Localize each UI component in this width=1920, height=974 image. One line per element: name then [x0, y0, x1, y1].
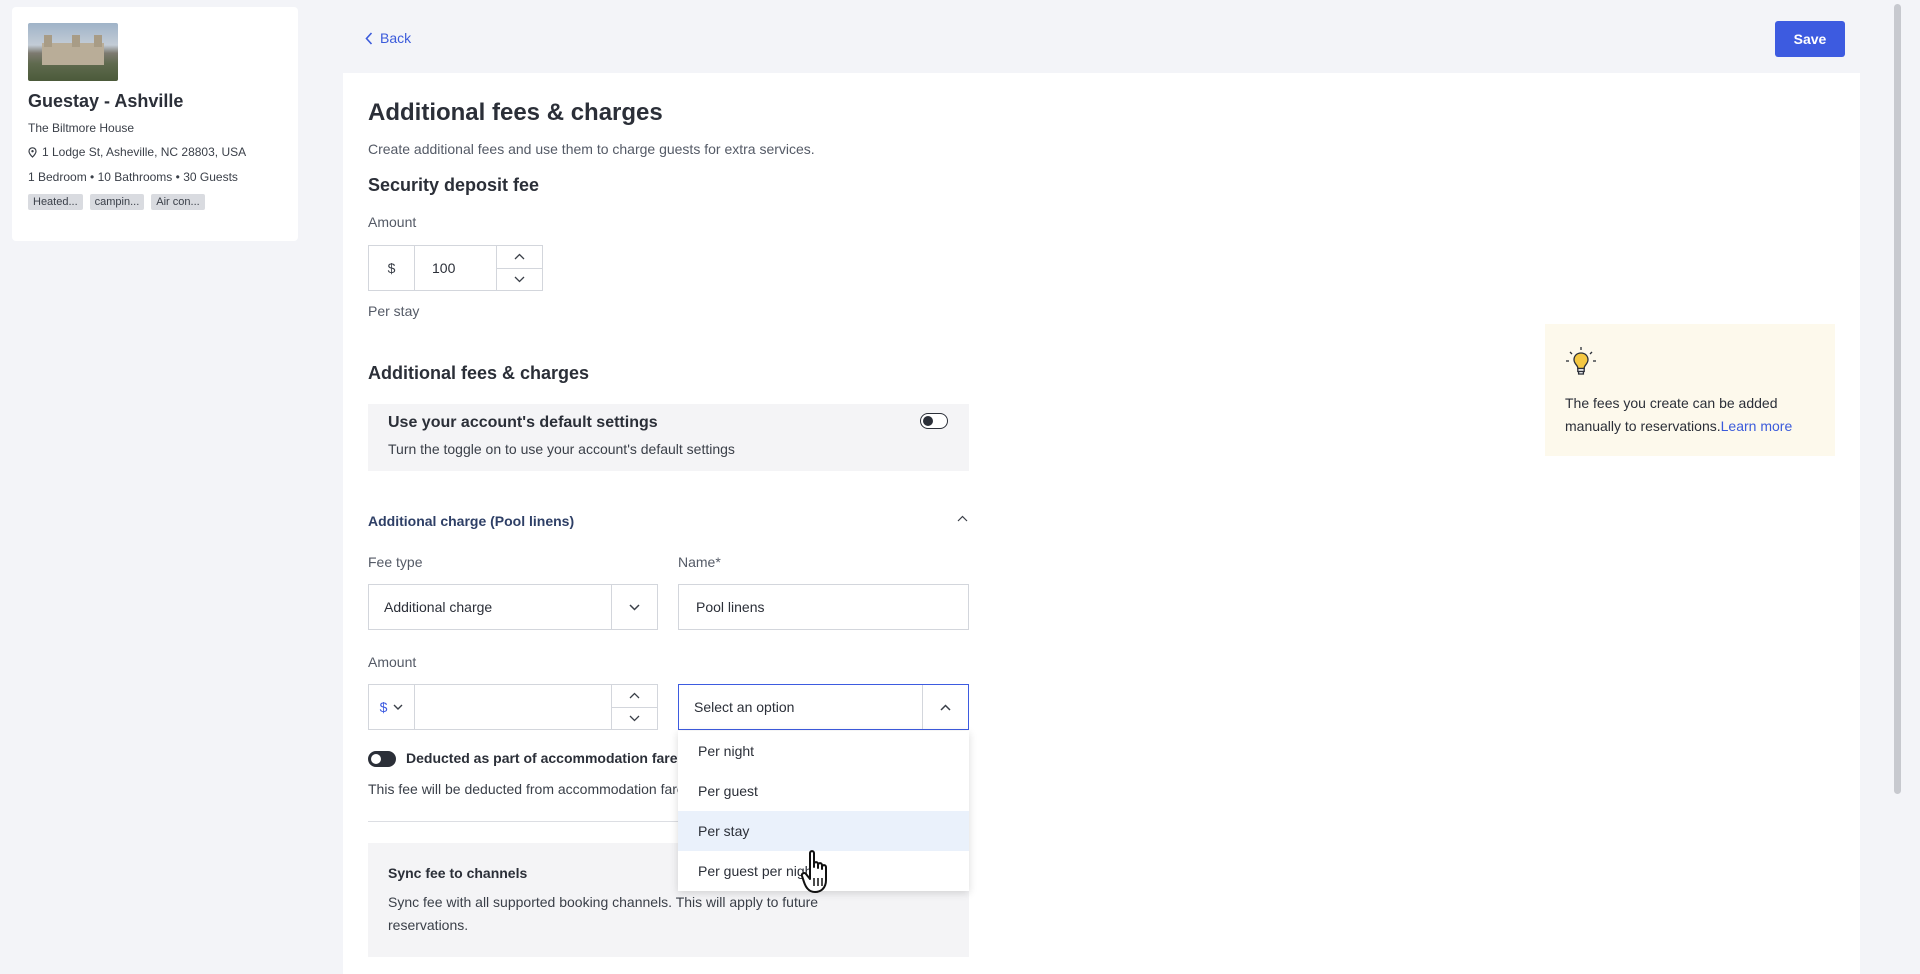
tip-card: The fees you create can be added manuall… [1545, 324, 1835, 456]
deducted-description: This fee will be deducted from accommoda… [368, 781, 678, 797]
security-deposit-frequency: Per stay [368, 303, 420, 319]
chevron-up-icon [514, 253, 525, 260]
fee-type-value: Additional charge [384, 599, 493, 615]
lightbulb-icon [1566, 347, 1596, 375]
name-label: Name* [678, 554, 721, 570]
amenity-tag: Air con... [151, 194, 205, 210]
currency-symbol: $ [369, 246, 415, 290]
page-description: Create additional fees and use them to c… [368, 141, 815, 157]
scrollbar[interactable] [1894, 4, 1901, 794]
default-settings-toggle[interactable] [920, 413, 948, 429]
hand-pointer-icon [800, 850, 827, 893]
chevron-down-icon [629, 603, 640, 611]
deducted-label: Deducted as part of accommodation fare [406, 750, 678, 766]
property-address-text: 1 Lodge St, Asheville, NC 28803, USA [42, 145, 247, 159]
property-meta: 1 Bedroom • 10 Bathrooms • 30 Guests [28, 170, 282, 184]
charge-section-title[interactable]: Additional charge (Pool linens) [368, 513, 574, 529]
property-address: 1 Lodge St, Asheville, NC 28803, USA [28, 145, 282, 159]
chevron-left-icon [365, 31, 373, 45]
fee-type-caret[interactable] [611, 585, 657, 629]
chevron-up-icon [940, 703, 951, 711]
chevron-down-icon [514, 276, 525, 283]
option-per-night[interactable]: Per night [678, 731, 969, 771]
sync-description: Sync fee with all supported booking chan… [388, 894, 819, 933]
security-deposit-title: Security deposit fee [368, 175, 540, 195]
default-settings-box: Use your account's default settings Turn… [368, 404, 969, 471]
currency-select[interactable]: $ [369, 685, 415, 729]
charge-amount-input[interactable]: $ [368, 684, 658, 730]
page-title: Additional fees & charges [368, 99, 663, 126]
property-thumbnail [28, 23, 118, 81]
chevron-down-icon [393, 704, 403, 710]
decrement-button[interactable] [497, 267, 542, 291]
option-per-guest[interactable]: Per guest [678, 771, 969, 811]
location-pin-icon [28, 146, 37, 158]
chevron-up-icon [629, 692, 640, 699]
amount-stepper[interactable] [496, 246, 542, 290]
property-name: Guestay - Ashville [28, 91, 184, 111]
amenity-tags: Heated... campin... Air con... [28, 194, 282, 210]
default-settings-description: Turn the toggle on to use your account's… [388, 441, 735, 457]
increment-button[interactable] [612, 685, 657, 707]
chevron-up-icon[interactable] [957, 515, 968, 522]
save-button[interactable]: Save [1775, 21, 1845, 57]
security-deposit-amount-input[interactable]: $ 100 [368, 245, 543, 291]
divider [368, 821, 678, 822]
frequency-caret[interactable] [922, 685, 968, 729]
learn-more-link[interactable]: Learn more [1721, 418, 1793, 434]
option-per-stay[interactable]: Per stay [678, 811, 969, 851]
currency-symbol: $ [379, 699, 388, 715]
fee-name-input[interactable]: Pool linens [678, 584, 969, 630]
security-deposit-amount-value[interactable]: 100 [415, 246, 496, 290]
property-card: Guestay - Ashville The Biltmore House 1 … [12, 7, 298, 241]
tip-text: The fees you create can be added manuall… [1565, 392, 1815, 438]
fee-type-label: Fee type [368, 554, 423, 570]
chevron-down-icon [629, 715, 640, 722]
security-deposit-amount-label: Amount [368, 214, 417, 230]
charge-amount-label: Amount [368, 654, 417, 670]
property-bedrooms: 1 Bedroom [28, 170, 87, 184]
frequency-placeholder: Select an option [694, 699, 795, 715]
amenity-tag: Heated... [28, 194, 83, 210]
frequency-select[interactable]: Select an option [678, 684, 969, 730]
default-settings-title: Use your account's default settings [388, 414, 658, 431]
fee-type-select[interactable]: Additional charge [368, 584, 658, 630]
property-subtitle: The Biltmore House [28, 121, 135, 135]
back-label: Back [380, 30, 412, 46]
charge-amount-value[interactable] [415, 685, 611, 729]
property-bathrooms: 10 Bathrooms [97, 170, 173, 184]
dot-separator: • [90, 170, 98, 184]
decrement-button[interactable] [612, 706, 657, 730]
increment-button[interactable] [497, 246, 542, 268]
additional-fees-title: Additional fees & charges [368, 363, 590, 383]
back-link[interactable]: Back [365, 30, 411, 46]
amount-stepper[interactable] [611, 685, 657, 729]
property-guests: 30 Guests [183, 170, 238, 184]
deducted-toggle[interactable] [368, 751, 396, 767]
amenity-tag: campin... [89, 194, 145, 210]
